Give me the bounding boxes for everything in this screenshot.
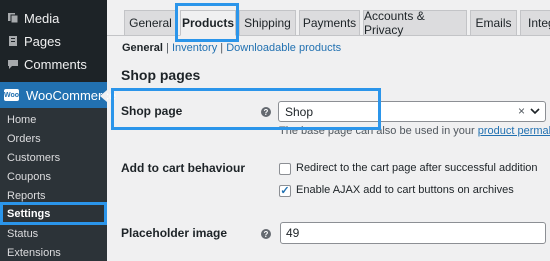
subsection-nav: General | Inventory | Downloadable produ… bbox=[122, 42, 341, 54]
ajax-add-to-cart-checkbox[interactable]: ✓ bbox=[279, 185, 291, 197]
subsection-inventory-link[interactable]: Inventory bbox=[172, 42, 217, 54]
ajax-add-to-cart-label[interactable]: Enable AJAX add to cart buttons on archi… bbox=[296, 184, 514, 196]
tab-payments[interactable]: Payments bbox=[299, 10, 360, 36]
settings-highlight-box bbox=[0, 202, 107, 225]
submenu-item-reports[interactable]: Reports bbox=[7, 190, 46, 202]
submenu-item-extensions[interactable]: Extensions bbox=[7, 247, 61, 259]
comments-icon bbox=[4, 56, 22, 72]
chevron-down-icon[interactable] bbox=[530, 104, 540, 121]
tab-accounts-privacy[interactable]: Accounts & Privacy bbox=[363, 9, 467, 37]
subsection-downloadable-link[interactable]: Downloadable products bbox=[226, 42, 341, 54]
sidebar-item-comments[interactable]: Comments bbox=[0, 52, 107, 76]
product-permalinks-link[interactable]: product permalinks bbox=[478, 125, 550, 137]
sidebar-item-label: Media bbox=[24, 10, 60, 26]
sidebar-item-pages[interactable]: Pages bbox=[0, 29, 107, 53]
sidebar-item-woocommerce[interactable]: Woo WooCommerce bbox=[0, 82, 116, 108]
checkmark-icon: ✓ bbox=[280, 184, 290, 197]
submenu-item-orders[interactable]: Orders bbox=[7, 133, 41, 145]
submenu-item-status[interactable]: Status bbox=[7, 228, 38, 240]
tab-shipping[interactable]: Shipping bbox=[239, 10, 296, 36]
subsection-separator: | bbox=[162, 42, 172, 54]
tab-integration[interactable]: Integ bbox=[520, 10, 550, 36]
tab-general[interactable]: General bbox=[124, 10, 177, 36]
products-tab-highlight-box bbox=[175, 3, 239, 42]
submenu-item-home[interactable]: Home bbox=[7, 114, 36, 126]
sidebar-item-label: Pages bbox=[24, 33, 61, 49]
redirect-to-cart-label[interactable]: Redirect to the cart page after successf… bbox=[296, 162, 538, 174]
pages-icon bbox=[4, 33, 22, 49]
help-icon[interactable]: ? bbox=[261, 229, 271, 239]
add-to-cart-label: Add to cart behaviour bbox=[121, 161, 246, 175]
placeholder-image-value: 49 bbox=[286, 226, 300, 240]
sidebar-item-label: Comments bbox=[24, 56, 87, 72]
shop-page-highlight-box bbox=[111, 88, 381, 130]
sidebar-item-media[interactable]: Media bbox=[0, 6, 107, 30]
admin-sidebar: Media Pages Comments Woo WooCommerce Hom… bbox=[0, 0, 116, 261]
clear-icon[interactable]: × bbox=[518, 104, 525, 118]
subsection-separator: | bbox=[217, 42, 227, 54]
section-title: Shop pages bbox=[121, 67, 201, 83]
placeholder-image-input[interactable]: 49 bbox=[280, 222, 546, 244]
woocommerce-submenu: Home Orders Customers Coupons Reports Se… bbox=[0, 108, 107, 261]
tab-emails[interactable]: Emails bbox=[470, 10, 517, 36]
submenu-item-customers[interactable]: Customers bbox=[7, 152, 60, 164]
placeholder-image-label: Placeholder image bbox=[121, 226, 228, 240]
media-icon bbox=[4, 10, 22, 26]
woocommerce-logo-icon: Woo bbox=[4, 89, 19, 101]
submenu-item-coupons[interactable]: Coupons bbox=[7, 171, 51, 183]
redirect-to-cart-checkbox[interactable] bbox=[279, 163, 291, 175]
current-menu-arrow-icon bbox=[100, 90, 107, 102]
subsection-general[interactable]: General bbox=[122, 42, 163, 54]
